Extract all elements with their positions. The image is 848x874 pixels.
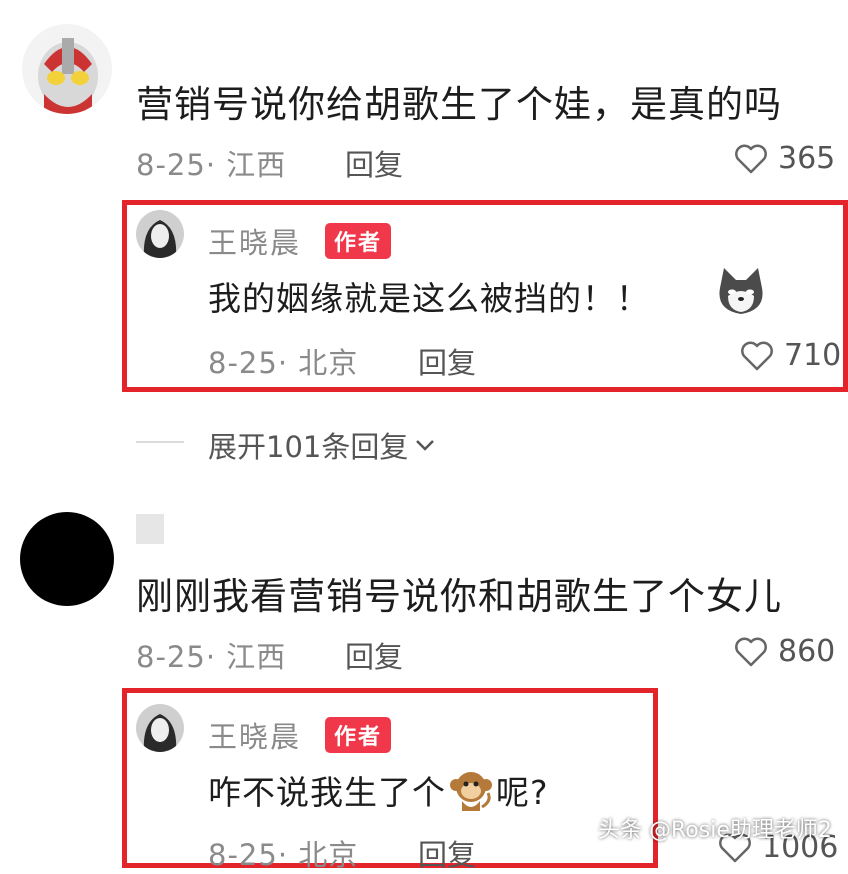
author-badge: 作者 xyxy=(325,717,392,753)
like-count: 860 xyxy=(778,634,836,669)
black-circle-avatar-icon[interactable] xyxy=(20,512,114,606)
reply-meta: 8-25· 北京 xyxy=(208,838,359,872)
reply-location: 北京 xyxy=(298,346,359,380)
monkey-emoji-icon xyxy=(450,772,492,811)
author-avatar[interactable] xyxy=(136,210,184,258)
username-placeholder xyxy=(136,514,164,544)
like-count: 710 xyxy=(784,338,842,373)
reply-button[interactable]: 回复 xyxy=(418,340,476,382)
author-name[interactable]: 王晓晨 xyxy=(208,714,301,756)
dog-emoji-icon xyxy=(714,266,768,316)
comment-date: 8-25 xyxy=(136,640,206,674)
author-name[interactable]: 王晓晨 xyxy=(208,220,301,262)
reply-text: 咋不说我生了个 呢? xyxy=(208,766,549,814)
like-count: 365 xyxy=(778,141,836,176)
reply-text: 我的姻缘就是这么被挡的！！ xyxy=(208,279,650,318)
reply-button[interactable]: 回复 xyxy=(345,142,403,184)
expand-divider xyxy=(136,441,184,443)
comment-text: 营销号说你给胡歌生了个娃，是真的吗 xyxy=(136,83,782,126)
reply-location: 北京 xyxy=(298,838,359,872)
reply-meta: 8-25· 北京 xyxy=(208,346,359,380)
comment-date: 8-25 xyxy=(136,148,206,182)
comment-text: 刚刚我看营销号说你和胡歌生了个女儿 xyxy=(136,575,782,618)
comment-meta: 8-25· 江西 xyxy=(136,640,287,674)
author-avatar[interactable] xyxy=(136,704,184,752)
reply-date: 8-25 xyxy=(208,838,278,872)
like-button[interactable]: 860 xyxy=(734,634,835,669)
like-button[interactable]: 710 xyxy=(740,338,841,373)
watermark: 头条 @Rosie助理老师2 xyxy=(598,818,832,843)
heart-icon xyxy=(741,341,773,370)
heart-icon xyxy=(735,637,767,666)
expand-replies-label: 展开101条回复 xyxy=(208,430,409,464)
heart-icon xyxy=(735,144,767,173)
comment-location: 江西 xyxy=(226,640,287,674)
ultraman-avatar-icon[interactable] xyxy=(22,24,112,114)
reply-button[interactable]: 回复 xyxy=(345,634,403,676)
like-button[interactable]: 365 xyxy=(734,141,835,176)
reply-button[interactable]: 回复 xyxy=(418,832,476,874)
comment-location: 江西 xyxy=(226,148,287,182)
author-badge: 作者 xyxy=(325,223,392,259)
reply-date: 8-25 xyxy=(208,346,278,380)
comment-meta: 8-25· 江西 xyxy=(136,148,287,182)
expand-replies-button[interactable]: 展开101条回复 xyxy=(208,424,436,466)
chevron-down-icon xyxy=(416,440,435,451)
